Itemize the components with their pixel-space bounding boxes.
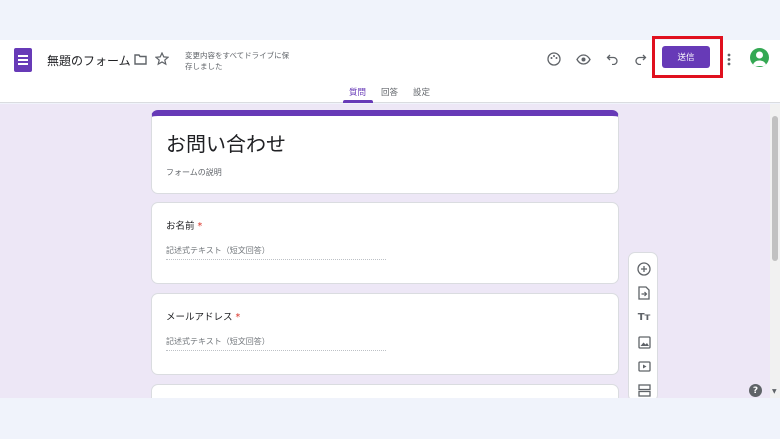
more-vert-icon[interactable]	[721, 51, 737, 67]
form-title-card[interactable]: お問い合わせ フォームの説明	[151, 110, 619, 194]
help-icon[interactable]: ?	[749, 384, 762, 397]
add-section-icon[interactable]	[636, 382, 652, 398]
scroll-down-arrow-icon[interactable]: ▼	[772, 388, 777, 395]
save-status: 変更内容をすべてドライブに保存しました	[185, 51, 290, 71]
bottom-area	[0, 398, 780, 439]
form-editor-canvas: お問い合わせ フォームの説明 お名前 * 記述式テキスト（短文回答） メールアド…	[0, 104, 770, 398]
short-answer-placeholder: 記述式テキスト（短文回答）	[166, 336, 386, 351]
forms-icon[interactable]	[14, 48, 32, 72]
tab-bar: 質問 回答 設定	[0, 86, 780, 103]
question-card[interactable]	[151, 384, 619, 398]
scroll-thumb[interactable]	[772, 116, 778, 261]
add-video-icon[interactable]	[636, 358, 652, 374]
form-doc-title[interactable]: 無題のフォーム	[47, 52, 131, 69]
folder-icon[interactable]	[132, 51, 148, 67]
import-questions-icon[interactable]	[636, 285, 652, 301]
question-title-text: メールアドレス	[166, 312, 233, 323]
question-title[interactable]: お名前 *	[166, 218, 202, 232]
short-answer-placeholder: 記述式テキスト（短文回答）	[166, 245, 386, 260]
question-title-text: お名前	[166, 221, 195, 232]
add-question-icon[interactable]	[636, 261, 652, 277]
question-title[interactable]: メールアドレス *	[166, 309, 240, 323]
page-scrollbar[interactable]	[770, 104, 780, 398]
palette-icon[interactable]	[546, 51, 562, 67]
tab-responses[interactable]: 回答	[381, 86, 398, 98]
required-mark: *	[197, 221, 203, 232]
highlight-box	[652, 36, 723, 78]
tab-questions[interactable]: 質問	[349, 86, 366, 98]
app-header: 無題のフォーム 変更内容をすべてドライブに保存しました 送信 質問 回答 設定	[0, 36, 780, 103]
avatar[interactable]	[750, 48, 769, 67]
active-tab-indicator	[343, 100, 373, 103]
form-description[interactable]: フォームの説明	[166, 167, 222, 178]
preview-eye-icon[interactable]	[575, 51, 591, 67]
question-card[interactable]: お名前 * 記述式テキスト（短文回答）	[151, 202, 619, 284]
add-image-icon[interactable]	[636, 334, 652, 350]
star-icon[interactable]	[154, 51, 170, 67]
undo-icon[interactable]	[604, 51, 620, 67]
required-mark: *	[235, 312, 241, 323]
question-card[interactable]: メールアドレス * 記述式テキスト（短文回答）	[151, 293, 619, 375]
redo-icon[interactable]	[632, 51, 648, 67]
floating-toolbar: Tт	[628, 252, 658, 398]
form-title[interactable]: お問い合わせ	[166, 128, 286, 157]
tab-settings[interactable]: 設定	[413, 86, 430, 98]
add-title-icon[interactable]: Tт	[636, 309, 652, 325]
